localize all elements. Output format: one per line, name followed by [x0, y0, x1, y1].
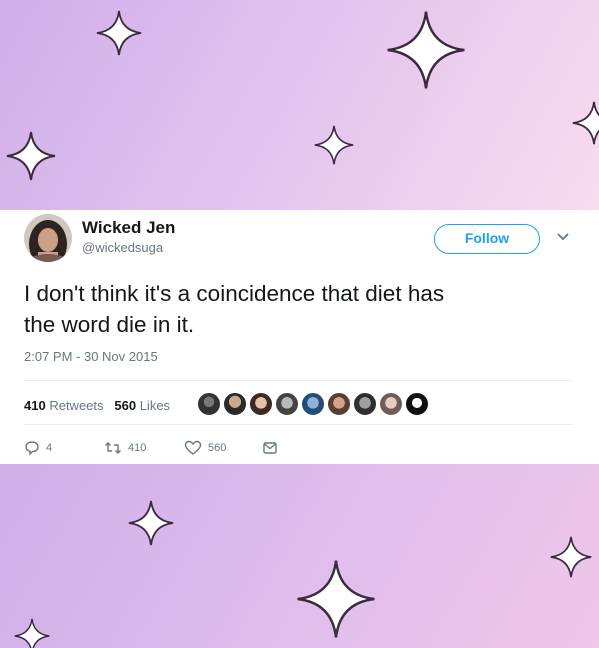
retweet-count: 410 [128, 442, 147, 454]
divider [24, 424, 572, 425]
tweet-text-line: I don't think it's a coincidence that di… [24, 281, 445, 306]
likes-count: 560 [114, 398, 137, 413]
tweet-text: I don't think it's a coincidence that di… [24, 278, 584, 340]
reply-action[interactable]: 4 [24, 440, 52, 456]
engagement-stats: 410 Retweets 560 Likes [24, 398, 170, 413]
heart-icon [184, 440, 202, 455]
tweet-timestamp[interactable]: 2:07 PM - 30 Nov 2015 [24, 349, 158, 364]
reply-count: 4 [46, 442, 53, 454]
liker-avatar[interactable] [404, 391, 430, 417]
retweet-icon [105, 442, 121, 454]
likes-stat[interactable]: 560 Likes [114, 398, 170, 413]
reply-icon [25, 441, 39, 456]
sparkle-icon [14, 618, 50, 648]
sparkle-icon [550, 536, 592, 578]
liker-avatar[interactable] [326, 391, 352, 417]
sparkle-icon [6, 131, 56, 181]
liker-avatar[interactable] [222, 391, 248, 417]
liker-avatar[interactable] [274, 391, 300, 417]
display-name[interactable]: Wicked Jen [82, 218, 175, 238]
liker-avatar[interactable] [378, 391, 404, 417]
sparkle-background-top [0, 0, 599, 210]
liker-avatar[interactable] [196, 391, 222, 417]
retweets-count: 410 [24, 398, 46, 413]
sparkle-icon [128, 500, 174, 546]
sparkle-icon [387, 11, 465, 89]
chevron-down-icon[interactable] [556, 230, 570, 244]
like-count: 560 [208, 442, 227, 454]
retweets-label: Retweets [49, 398, 104, 413]
follow-button[interactable]: Follow [434, 224, 540, 254]
sparkle-icon [314, 125, 354, 165]
retweet-action[interactable]: 410 [104, 440, 146, 456]
sparkle-icon [572, 101, 599, 145]
message-action[interactable] [262, 440, 278, 456]
user-handle[interactable]: @wickedsuga [82, 240, 163, 255]
retweets-stat[interactable]: 410 Retweets [24, 398, 104, 413]
liker-avatar[interactable] [300, 391, 326, 417]
sparkle-icon [297, 560, 375, 638]
tweet-card: Wicked Jen @wickedsuga Follow I don't th… [0, 210, 599, 464]
sparkle-icon [96, 10, 142, 56]
avatar[interactable] [24, 214, 72, 262]
divider [24, 380, 572, 381]
message-icon [263, 442, 277, 454]
liker-avatar[interactable] [352, 391, 378, 417]
like-action[interactable]: 560 [184, 440, 226, 456]
likes-label: Likes [139, 398, 171, 413]
sparkle-background-bottom [0, 464, 599, 648]
liker-avatar[interactable] [248, 391, 274, 417]
tweet-text-line: the word die in it. [24, 312, 195, 337]
